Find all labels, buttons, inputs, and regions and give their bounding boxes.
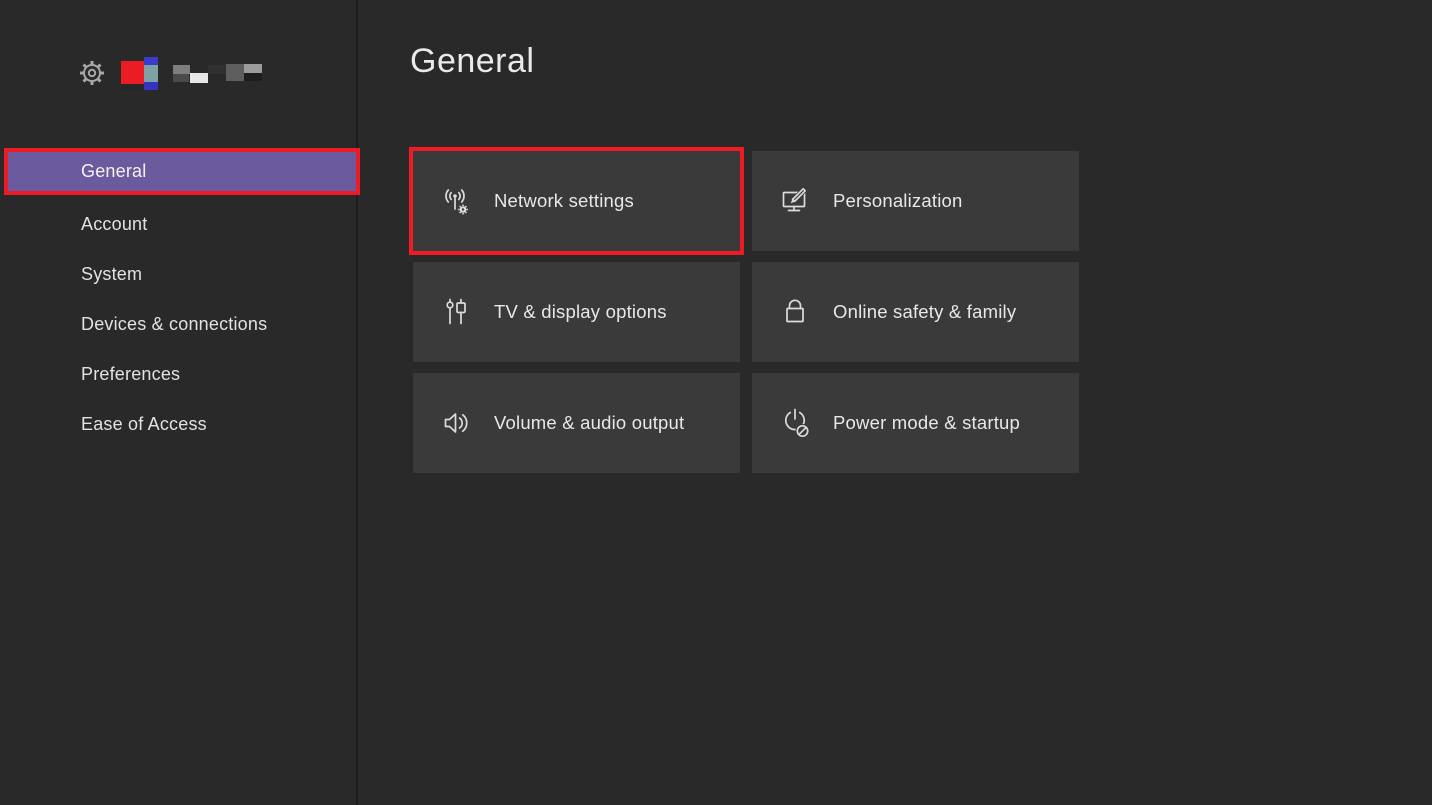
network-settings-icon <box>439 184 473 218</box>
tile-label: Volume & audio output <box>494 412 685 433</box>
tile-online-safety-family[interactable]: Online safety & family <box>752 262 1079 362</box>
page-title: General <box>410 42 535 80</box>
tile-label: Power mode & startup <box>833 412 1021 433</box>
sidebar-item-account[interactable]: Account <box>0 199 356 249</box>
tile-network-settings[interactable]: Network settings <box>413 151 740 251</box>
main-panel: General Network settings Personalization… <box>360 0 1432 805</box>
avatar <box>121 56 158 90</box>
volume-icon <box>439 406 473 440</box>
tile-power-mode-startup[interactable]: Power mode & startup <box>752 373 1079 473</box>
sidebar-item-ease-of-access[interactable]: Ease of Access <box>0 399 356 449</box>
sidebar-nav: General Account System Devices & connect… <box>0 148 360 449</box>
tile-personalization[interactable]: Personalization <box>752 151 1079 251</box>
tile-volume-audio-output[interactable]: Volume & audio output <box>413 373 740 473</box>
tv-display-icon <box>439 295 473 329</box>
power-mode-icon <box>778 406 812 440</box>
tile-label: Personalization <box>833 190 963 211</box>
tile-tv-display-options[interactable]: TV & display options <box>413 262 740 362</box>
sidebar-item-devices-connections[interactable]: Devices & connections <box>0 299 356 349</box>
settings-tile-grid: Network settings Personalization TV & di… <box>413 151 1079 473</box>
online-safety-icon <box>778 295 812 329</box>
tile-label: Online safety & family <box>833 301 1017 322</box>
sidebar-item-preferences[interactable]: Preferences <box>0 349 356 399</box>
gear-icon <box>80 61 104 85</box>
tile-label: TV & display options <box>494 301 667 322</box>
sidebar-item-system[interactable]: System <box>0 249 356 299</box>
sidebar-item-general[interactable]: General <box>4 148 360 195</box>
settings-sidebar: General Account System Devices & connect… <box>0 0 360 805</box>
personalization-icon <box>778 184 812 218</box>
tile-label: Network settings <box>494 190 634 211</box>
gamertag-redacted <box>173 63 263 83</box>
profile-row[interactable] <box>78 55 263 91</box>
